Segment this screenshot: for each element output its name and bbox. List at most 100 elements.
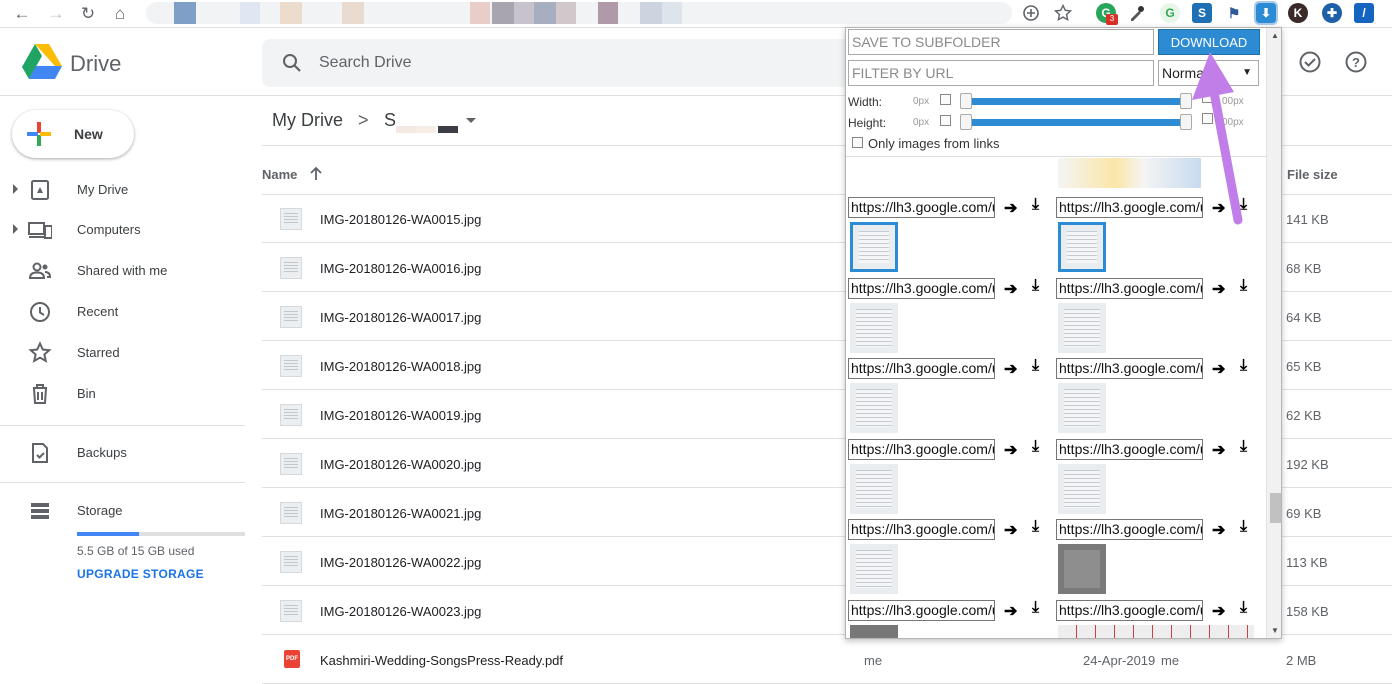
sidebar-item-computers[interactable]: Computers <box>0 212 245 248</box>
subfolder-input[interactable]: SAVE TO SUBFOLDER <box>848 29 1154 55</box>
open-arrow-icon[interactable]: ➔ <box>1212 520 1225 540</box>
extension-s-icon[interactable]: S <box>1192 3 1212 23</box>
image-thumbnail[interactable] <box>850 303 898 353</box>
image-thumbnail[interactable] <box>1058 464 1106 514</box>
notes-icon[interactable]: / <box>1354 3 1374 23</box>
open-arrow-icon[interactable]: ➔ <box>1212 279 1225 299</box>
open-arrow-icon[interactable]: ➔ <box>1004 520 1017 540</box>
open-arrow-icon[interactable]: ➔ <box>1004 198 1017 218</box>
open-arrow-icon[interactable]: ➔ <box>1004 440 1017 460</box>
download-icon[interactable]: ⤓ <box>1240 518 1247 536</box>
image-url-field[interactable]: https://lh3.google.com/u <box>848 278 995 299</box>
image-url-field[interactable]: https://lh3.google.com/u <box>1056 197 1203 218</box>
image-thumbnail[interactable] <box>1058 222 1106 272</box>
open-arrow-icon[interactable]: ➔ <box>1212 440 1225 460</box>
height-slider[interactable] <box>963 119 1187 126</box>
bookmark-star-icon[interactable] <box>1054 4 1072 22</box>
image-thumbnail[interactable] <box>850 544 898 594</box>
extension-g-icon[interactable]: G <box>1160 3 1180 23</box>
home-icon[interactable]: ⌂ <box>108 2 132 26</box>
column-header-name[interactable]: Name <box>262 167 297 182</box>
column-header-file-size[interactable]: File size <box>1287 167 1338 182</box>
download-icon[interactable]: ⤓ <box>1032 518 1039 536</box>
sidebar-item-backups[interactable]: Backups <box>0 435 245 471</box>
image-thumbnail[interactable] <box>1058 303 1106 353</box>
reload-icon[interactable]: ↻ <box>76 2 100 26</box>
dots-icon[interactable]: ✚ <box>1322 3 1342 23</box>
colorpick-icon[interactable] <box>1128 4 1146 22</box>
image-url-field[interactable]: https://lh3.google.com/u <box>1056 439 1203 460</box>
image-url-field[interactable]: https://lh3.google.com/u <box>848 600 995 621</box>
image-thumbnail[interactable] <box>850 625 898 638</box>
filter-url-input[interactable]: FILTER BY URL <box>848 60 1154 86</box>
breadcrumb-root[interactable]: My Drive <box>272 110 343 131</box>
image-url-field[interactable]: https://lh3.google.com/u <box>1056 358 1203 379</box>
image-thumbnail[interactable] <box>1058 383 1106 433</box>
height-min-handle[interactable] <box>960 114 972 130</box>
download-icon[interactable]: ⤓ <box>1032 357 1039 375</box>
download-icon[interactable]: ⤓ <box>1240 357 1247 375</box>
offline-ready-icon[interactable] <box>1298 50 1322 74</box>
download-icon[interactable]: ⤓ <box>1240 599 1247 617</box>
image-url-field[interactable]: https://lh3.google.com/u <box>848 197 995 218</box>
image-thumbnail[interactable] <box>1058 625 1254 638</box>
image-thumbnail[interactable] <box>850 383 898 433</box>
download-icon[interactable]: ⤓ <box>1240 438 1247 456</box>
drive-logo-icon[interactable] <box>22 44 62 80</box>
width-min-handle[interactable] <box>960 93 972 109</box>
image-thumbnail[interactable] <box>1058 158 1201 188</box>
download-icon[interactable]: ⤓ <box>1240 277 1247 295</box>
forward-icon[interactable]: → <box>44 2 68 26</box>
download-icon[interactable]: ⤓ <box>1032 438 1039 456</box>
k-icon[interactable]: K <box>1288 3 1308 23</box>
file-name: Kashmiri-Wedding-SongsPress-Ready.pdf <box>320 653 564 668</box>
image-thumbnail[interactable] <box>1058 544 1106 594</box>
image-url-field[interactable]: https://lh3.google.com/u <box>848 439 995 460</box>
open-arrow-icon[interactable]: ➔ <box>1004 279 1017 299</box>
open-arrow-icon[interactable]: ➔ <box>1004 601 1017 621</box>
back-icon[interactable]: ← <box>10 2 34 26</box>
open-arrow-icon[interactable]: ➔ <box>1212 601 1225 621</box>
help-icon[interactable]: ? <box>1344 50 1368 74</box>
image-thumbnail[interactable] <box>850 464 898 514</box>
only-links-checkbox[interactable] <box>852 137 863 148</box>
image-url-field[interactable]: https://lh3.google.com/u <box>848 358 995 379</box>
sidebar-item-bin[interactable]: Bin <box>0 376 245 412</box>
expand-arrow-icon[interactable] <box>13 224 18 234</box>
image-url-field[interactable]: https://lh3.google.com/u <box>848 519 995 540</box>
scroll-thumb[interactable] <box>1270 493 1281 523</box>
search-box[interactable]: Search Drive <box>262 39 862 87</box>
image-downloader-icon[interactable]: ⬇ <box>1254 1 1278 25</box>
image-url-field[interactable]: https://lh3.google.com/u <box>1056 600 1203 621</box>
sidebar-item-my-drive[interactable]: My Drive <box>0 172 245 208</box>
sidebar-item-starred[interactable]: Starred <box>0 335 245 371</box>
download-icon[interactable]: ⤓ <box>1032 196 1039 214</box>
download-icon[interactable]: ⤓ <box>1032 277 1039 295</box>
table-row[interactable]: PDF Kashmiri-Wedding-SongsPress-Ready.pd… <box>262 635 1392 684</box>
scroll-down-icon[interactable]: ▼ <box>1271 626 1279 635</box>
sidebar-item-storage[interactable]: Storage <box>0 493 245 529</box>
expand-arrow-icon[interactable] <box>13 184 18 194</box>
breadcrumb-dropdown-icon[interactable] <box>466 118 476 123</box>
new-button[interactable]: New <box>12 110 134 158</box>
zoom-icon[interactable] <box>1022 4 1040 22</box>
search-input[interactable]: Search Drive <box>319 54 411 72</box>
height-min-checkbox[interactable] <box>940 115 951 126</box>
open-arrow-icon[interactable]: ➔ <box>1004 359 1017 379</box>
width-min-checkbox[interactable] <box>940 94 951 105</box>
scroll-up-icon[interactable]: ▲ <box>1271 31 1279 40</box>
image-thumbnail[interactable] <box>850 222 898 272</box>
search-icon[interactable] <box>280 51 304 75</box>
download-icon[interactable]: ⤓ <box>1032 599 1039 617</box>
sort-arrow-up-icon[interactable] <box>308 166 324 182</box>
bookmark-icon[interactable]: ⚑ <box>1224 3 1244 23</box>
address-bar[interactable] <box>146 2 1012 24</box>
image-url-field[interactable]: https://lh3.google.com/u <box>1056 519 1203 540</box>
width-slider[interactable] <box>963 98 1187 105</box>
breadcrumb-current[interactable]: S <box>384 110 396 131</box>
open-arrow-icon[interactable]: ➔ <box>1212 359 1225 379</box>
sidebar-item-shared[interactable]: Shared with me <box>0 253 245 289</box>
upgrade-storage-link[interactable]: UPGRADE STORAGE <box>77 567 204 581</box>
sidebar-item-recent[interactable]: Recent <box>0 294 245 330</box>
image-url-field[interactable]: https://lh3.google.com/u <box>1056 278 1203 299</box>
